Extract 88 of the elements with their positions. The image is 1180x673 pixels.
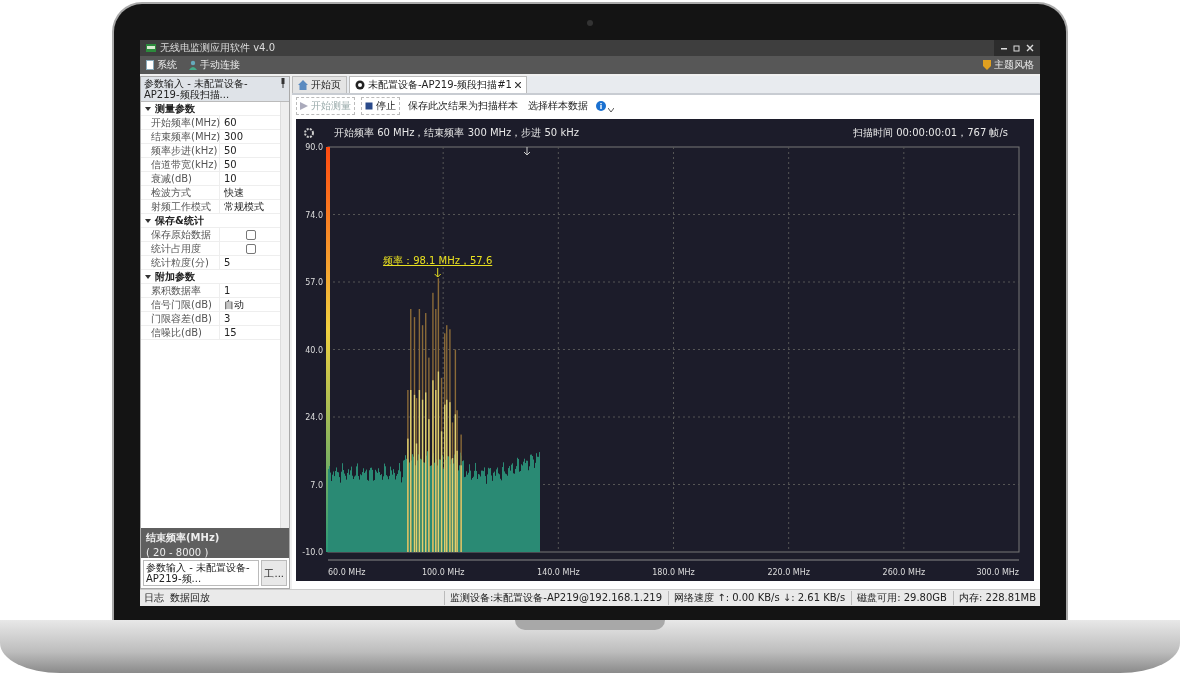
panel-tab[interactable]: 参数输入 - 未配置设备-AP219-频... [143, 560, 260, 586]
panel-tab[interactable]: 工... [261, 560, 287, 586]
caret-icon[interactable] [608, 108, 614, 112]
property-label: 统计粒度(分) [151, 255, 220, 270]
description-title: 结束频率(MHz) [146, 531, 221, 545]
property-label: 开始频率(MHz) [151, 115, 220, 130]
toolbar-button[interactable]: 停止 [361, 97, 400, 115]
group-title: 测量参数 [155, 101, 195, 116]
status-tab[interactable]: 数据回放 [170, 591, 210, 605]
toolbar-button[interactable]: 保存此次结果为扫描样本 [406, 99, 520, 113]
gear-icon[interactable] [304, 128, 314, 138]
scrollbar[interactable] [280, 102, 289, 528]
property-label: 频率步进(kHz) [151, 143, 220, 158]
document-tab[interactable]: 开始页 [292, 76, 347, 93]
collapse-icon[interactable] [145, 217, 151, 224]
theme-button[interactable]: 主题风格 [981, 58, 1036, 72]
y-tick-label: 74.0 [305, 210, 323, 220]
property-label: 衰减(dB) [151, 171, 220, 186]
y-tick-label: 90.0 [305, 143, 323, 152]
y-tick-label: -10.0 [302, 548, 323, 557]
camera-icon [587, 20, 593, 26]
property-value[interactable]: 15 [224, 327, 237, 338]
info-icon[interactable] [596, 101, 606, 111]
property-label: 结束频率(MHz) [151, 129, 220, 144]
property-value[interactable]: 50 [224, 159, 237, 170]
marker-arrow [434, 267, 442, 278]
y-tick-label: 57.0 [305, 278, 323, 287]
x-tick-label: 180.0 MHz [652, 568, 695, 577]
property-label: 检波方式 [151, 185, 220, 200]
pin-icon[interactable] [280, 78, 286, 88]
property-value[interactable]: 3 [224, 313, 231, 324]
property-label: 保存原始数据 [151, 227, 220, 242]
down-arrow-icon[interactable] [523, 146, 531, 156]
app-icon [146, 44, 156, 52]
property-label: 门限容差(dB) [151, 311, 220, 326]
property-value[interactable]: 1 [224, 285, 231, 296]
x-tick-label: 60.0 MHz [328, 568, 366, 577]
property-value[interactable]: 快速 [224, 185, 244, 200]
property-value[interactable]: 50 [224, 145, 237, 156]
property-label: 射频工作模式 [151, 199, 220, 214]
property-label: 累积数据率 [151, 283, 220, 298]
property-label: 信号门限(dB) [151, 297, 220, 312]
status-text: 网络速度 ↑: 0.00 KB/s ↓: 2.61 KB/s [668, 591, 846, 605]
status-text: 内存: 228.81MB [952, 591, 1036, 605]
x-tick-label: 140.0 MHz [537, 568, 580, 577]
description-text: ( 20 - 8000 ) [146, 547, 210, 558]
property-label: 信噪比(dB) [151, 325, 220, 340]
restore-icon[interactable] [1013, 44, 1021, 52]
toolbar-button[interactable]: 选择样本数据 [526, 99, 590, 113]
property-label: 信道带宽(kHz) [151, 157, 220, 172]
user-icon [189, 60, 197, 70]
x-tick-label: 220.0 MHz [767, 568, 810, 577]
y-tick-label: 40.0 [305, 345, 323, 355]
x-tick-label: 260.0 MHz [882, 568, 926, 577]
status-text: 监测设备:未配置设备-AP219@192.168.1.219 [443, 591, 663, 605]
property-value[interactable]: 自动 [224, 297, 244, 312]
property-value[interactable]: 60 [224, 117, 237, 128]
property-value[interactable]: 5 [224, 257, 231, 268]
x-tick-label: 100.0 MHz [421, 568, 465, 577]
property-value[interactable]: 10 [224, 173, 237, 184]
shield-icon [983, 60, 991, 70]
checkbox[interactable] [246, 229, 256, 240]
property-value[interactable]: 300 [224, 131, 244, 142]
close-icon[interactable] [514, 82, 521, 88]
stop-icon [365, 102, 373, 110]
x-tick-label: 300.0 MHz [976, 568, 1019, 577]
collapse-icon[interactable] [145, 105, 151, 112]
group-title: 保存&统计 [155, 213, 204, 228]
group-title: 附加参数 [155, 269, 195, 284]
play-icon [300, 102, 308, 110]
document-icon [146, 60, 154, 70]
property-label: 统计占用度 [151, 241, 220, 256]
status-text: 磁盘可用: 29.80GB [851, 591, 947, 605]
y-tick-label: 7.0 [310, 480, 323, 490]
checkbox[interactable] [246, 243, 256, 254]
menu-item[interactable]: 手动连接 [187, 58, 242, 72]
property-value[interactable]: 常规模式 [224, 199, 264, 214]
scan-time-text: 扫描时间 00:00:00:01，767 帧/s [852, 127, 1008, 138]
panel-title: 参数输入 - 未配置设备-AP219-频段扫描... [144, 78, 249, 100]
home-icon [298, 80, 308, 90]
collapse-icon[interactable] [145, 273, 151, 280]
menu-item[interactable]: 系统 [144, 58, 179, 72]
document-tab[interactable]: 未配置设备-AP219-频段扫描#1 [349, 76, 527, 93]
window-title: 无线电监测应用软件 v4.0 [160, 41, 275, 55]
status-tab[interactable]: 日志 [144, 591, 164, 605]
marker-label: 频率：98.1 MHz，57.6 [383, 255, 493, 266]
y-tick-label: 24.0 [305, 413, 323, 422]
scan-settings-text: 开始频率 60 MHz，结束频率 300 MHz，步进 50 kHz [334, 127, 579, 138]
